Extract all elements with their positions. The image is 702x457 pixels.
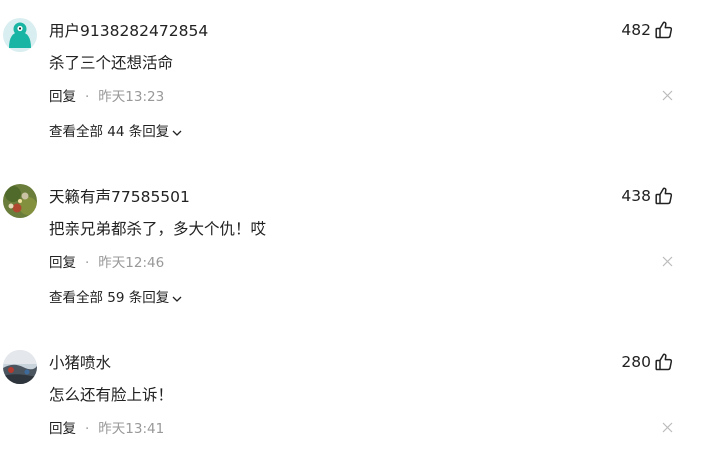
user-avatar[interactable] [3,350,37,384]
comment-meta: 回复 · 昨天13:41 [49,419,164,439]
thumbs-up-icon[interactable] [654,352,674,372]
comment-meta: 回复 · 昨天12:46 [49,253,164,273]
chevron-down-icon [172,296,182,302]
comment-time: 昨天12:46 [98,255,165,271]
comment-text: 把亲兄弟都杀了，多大个仇！哎 [49,220,267,238]
username[interactable]: 小猪喷水 [49,352,111,374]
comment-time: 昨天13:41 [98,421,165,437]
close-icon[interactable] [662,422,673,433]
flower-photo-avatar-icon [3,184,37,218]
view-all-replies-label: 查看全部 59 条回复 [49,290,170,306]
chevron-down-icon [172,130,182,136]
comment-item: 用户9138282472854 482 杀了三个还想活命 回复 · 昨天13:2… [0,18,702,158]
like-area[interactable]: 482 [621,19,674,41]
view-all-replies-button[interactable]: 查看全部 59 条回复 [49,288,183,308]
reply-button[interactable]: 回复 [49,87,76,107]
thumbs-up-icon[interactable] [654,186,674,206]
close-icon[interactable] [662,90,673,101]
user-avatar[interactable] [3,184,37,218]
comment-text: 杀了三个还想活命 [49,54,174,72]
teal-bird-avatar-icon [3,18,37,52]
comment-item: 天籁有声77585501 438 把亲兄弟都杀了，多大个仇！哎 回复 · 昨天1… [0,184,702,324]
comment-time: 昨天13:23 [98,89,165,105]
user-avatar[interactable] [3,18,37,52]
thumbs-up-icon[interactable] [654,20,674,40]
reply-button[interactable]: 回复 [49,253,76,273]
like-count: 482 [621,21,651,39]
like-area[interactable]: 280 [621,351,674,373]
separator-dot: · [85,255,90,271]
close-icon[interactable] [662,256,673,267]
reply-button[interactable]: 回复 [49,419,76,439]
like-count: 438 [621,187,651,205]
like-area[interactable]: 438 [621,185,674,207]
username[interactable]: 用户9138282472854 [49,20,208,42]
username[interactable]: 天籁有声77585501 [49,186,190,208]
comment-item: 小猪喷水 280 怎么还有脸上诉！ 回复 · 昨天13:41 [0,350,702,455]
landscape-photo-avatar-icon [3,350,37,384]
comment-text: 怎么还有脸上诉！ [49,386,174,404]
separator-dot: · [85,421,90,437]
view-all-replies-button[interactable]: 查看全部 44 条回复 [49,122,183,142]
like-count: 280 [621,353,651,371]
comment-meta: 回复 · 昨天13:23 [49,87,164,107]
view-all-replies-label: 查看全部 44 条回复 [49,124,170,140]
separator-dot: · [85,89,90,105]
